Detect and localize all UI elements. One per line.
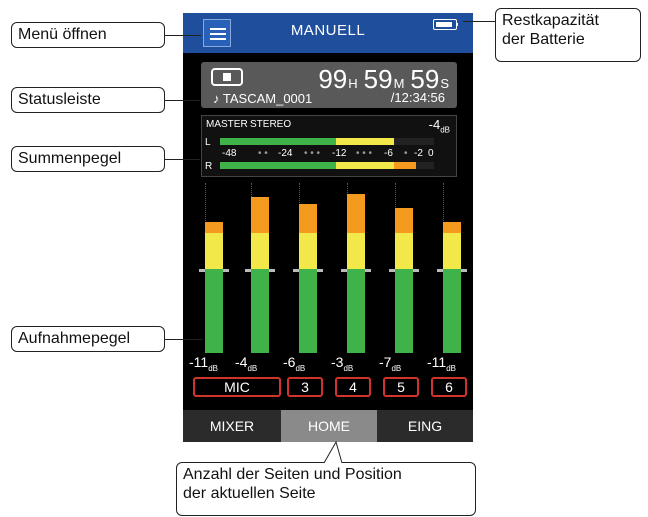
meter-bar-orange [299,204,317,233]
mode-title: MANUELL [290,22,366,39]
callout-pages: Anzahl der Seiten und Position der aktuel… [176,462,476,516]
stereo-label: STEREO [250,119,292,130]
master-level-value: -4dB [428,117,450,135]
callout-line [165,35,201,36]
right-channel-label: R [205,161,213,172]
meter-bar-yellow [395,233,413,269]
meter-bar-green [299,269,317,353]
total-time: /12:34:56 [390,90,445,105]
meter-bar-yellow [347,233,365,269]
meter-bar-orange [251,197,269,233]
meter-bar-orange [347,193,365,233]
callout-battery: Restkapazität der Batterie [495,8,641,62]
channel-button-3[interactable]: 3 [287,377,323,397]
channel-meters [183,183,473,353]
right-meter-bar [220,162,434,169]
callout-menu: Menü öffnen [11,22,165,48]
channel-level-value: -4dB [235,354,258,373]
callout-line [165,100,200,101]
channel-level-value: -11dB [189,354,218,373]
meter-bar-yellow [299,233,317,269]
meter-bar-yellow [251,233,269,269]
callout-rec: Aufnahmepegel [11,326,165,352]
left-meter-bar [220,138,434,145]
scale-tick: -2 [414,148,423,159]
meter-bar-green [205,269,223,353]
page-tabs: MIXER HOME EING [183,410,473,442]
meter-bar-green [395,269,413,353]
master-label: MASTER [206,119,248,130]
recorder-screen: MANUELL 99H 59M 59S ♪ TASCAM_0001 /12:34:5… [183,13,473,442]
meter-bar-yellow [205,233,223,269]
top-bar: MANUELL [183,13,473,53]
meter-bar-green [251,269,269,353]
battery-icon [433,19,458,30]
tab-eing[interactable]: EING [377,410,473,442]
stop-icon[interactable] [211,68,243,86]
channel-button-5[interactable]: 5 [383,377,419,397]
channel-meter [233,183,279,353]
file-name: ♪ TASCAM_0001 [213,91,313,106]
scale-tick: -48 [222,148,237,159]
channel-meter [329,183,375,353]
scale-tick: -6 [384,148,393,159]
channel-button-6[interactable]: 6 [431,377,467,397]
callout-line [463,21,496,22]
tab-home[interactable]: HOME [281,410,377,442]
left-channel-label: L [205,137,211,148]
tab-mixer[interactable]: MIXER [183,410,281,442]
meter-bar-orange [205,221,223,233]
master-level-meter: MASTER STEREO -4dB L R -48 • • -24 • • •… [201,115,457,177]
channel-meter [187,183,233,353]
callout-pointer [323,440,343,464]
meter-bar-orange [443,221,461,233]
meter-bar-yellow [443,233,461,269]
channel-button-4[interactable]: 4 [335,377,371,397]
channel-level-value: -3dB [331,354,354,373]
scale-tick: -12 [332,148,347,159]
callout-master: Summenpegel [11,146,165,172]
channel-level-values: -11dB -4dB -6dB -3dB -7dB -11dB [183,353,473,375]
menu-icon[interactable] [203,19,231,47]
callout-line [165,159,200,160]
channel-meter [377,183,423,353]
scale-tick: -24 [278,148,293,159]
meter-bar-green [443,269,461,353]
channel-meter [425,183,471,353]
channel-level-value: -11dB [427,354,456,373]
status-bar: 99H 59M 59S ♪ TASCAM_0001 /12:34:56 [201,62,457,108]
channel-buttons: MIC 3 4 5 6 [183,377,473,401]
channel-meter [281,183,327,353]
scale-tick: 0 [428,148,434,159]
master-scale: -48 • • -24 • • • -12 • • • -6 • -2 0 [222,148,434,159]
callout-line [165,339,203,340]
channel-button-mic[interactable]: MIC [193,377,281,397]
callout-status: Statusleiste [11,87,165,113]
meter-bar-orange [395,207,413,233]
channel-level-value: -7dB [379,354,402,373]
meter-bar-green [347,269,365,353]
channel-level-value: -6dB [283,354,306,373]
